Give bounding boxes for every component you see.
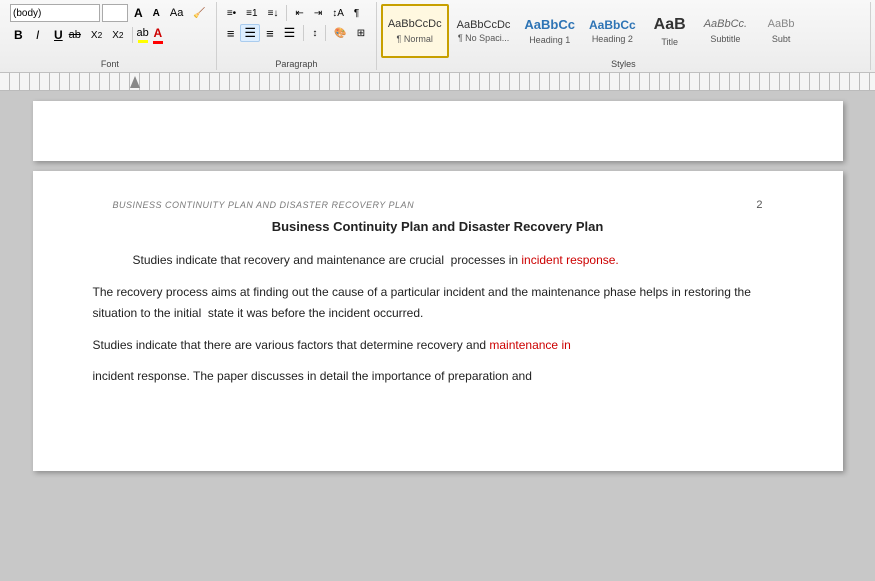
page-1	[33, 101, 843, 161]
subscript-btn[interactable]: X2	[87, 26, 106, 44]
style-subtitle-label: Subtitle	[710, 34, 740, 44]
font-color-btn[interactable]: A	[153, 26, 163, 44]
font-group: 12 A A Aa 🧹 B I U ab X2 X2	[4, 2, 217, 70]
sort-btn[interactable]: ↕A	[328, 4, 348, 22]
style-no-spacing[interactable]: AaBbCcDc ¶ No Spaci...	[451, 4, 517, 58]
style-title-preview: AaB	[654, 15, 686, 34]
increase-indent-btn[interactable]: ⇥	[310, 4, 326, 22]
justify-btn[interactable]: ☰	[280, 24, 300, 42]
style-title-label: Title	[661, 37, 678, 47]
paragraph-4: incident response. The paper discusses i…	[93, 366, 783, 388]
font-group-label: Font	[4, 59, 216, 70]
style-subtitle-preview: AaBbCc.	[704, 18, 747, 31]
paragraph-1: Studies indicate that recovery and maint…	[93, 250, 783, 272]
separator	[303, 25, 304, 41]
header-title: BUSINESS CONTINUITY PLAN AND DISASTER RE…	[113, 200, 415, 210]
app-window: 12 A A Aa 🧹 B I U ab X2 X2	[0, 0, 875, 572]
style-subtitle[interactable]: AaBbCc. Subtitle	[698, 4, 753, 58]
align-center-btn[interactable]: ☰	[240, 24, 260, 42]
ruler	[0, 73, 875, 91]
font-size-input[interactable]: 12	[102, 4, 128, 22]
style-heading2[interactable]: AaBbCc Heading 2	[583, 4, 642, 58]
styles-group: AaBbCcDc ¶ Normal AaBbCcDc ¶ No Spaci...…	[377, 2, 871, 70]
numbering-btn[interactable]: ≡1	[242, 4, 261, 22]
show-formatting-btn[interactable]: ¶	[350, 4, 363, 22]
document-title: Business Continuity Plan and Disaster Re…	[93, 219, 783, 234]
align-right-btn[interactable]: ≡	[262, 24, 278, 42]
style-heading1-label: Heading 1	[529, 35, 570, 45]
change-case-btn[interactable]: Aa	[166, 4, 187, 22]
ribbon-toolbar: 12 A A Aa 🧹 B I U ab X2 X2	[0, 0, 875, 73]
font-size-increase-btn[interactable]: A	[130, 4, 147, 22]
style-normal[interactable]: AaBbCcDc ¶ Normal	[381, 4, 449, 58]
page-header: BUSINESS CONTINUITY PLAN AND DISASTER RE…	[93, 191, 783, 219]
style-title[interactable]: AaB Title	[644, 4, 696, 58]
paragraph-3: Studies indicate that there are various …	[93, 335, 783, 357]
document-area[interactable]: BUSINESS CONTINUITY PLAN AND DISASTER RE…	[0, 91, 875, 572]
separator	[325, 25, 326, 41]
superscript-btn[interactable]: X2	[108, 26, 127, 44]
underline-btn[interactable]: U	[54, 28, 63, 42]
bold-btn[interactable]: B	[10, 26, 30, 44]
strikethrough-btn[interactable]: ab	[65, 26, 85, 44]
line-spacing-btn[interactable]: ↕	[308, 24, 321, 42]
document-body: Studies indicate that recovery and maint…	[93, 250, 783, 388]
header-page-number: 2	[756, 199, 762, 211]
clear-formatting-btn[interactable]: 🧹	[189, 4, 209, 22]
style-no-spacing-preview: AaBbCcDc	[457, 20, 511, 31]
style-normal-label: ¶ Normal	[397, 34, 433, 44]
style-extra-preview: AaBb	[768, 18, 795, 31]
decrease-indent-btn[interactable]: ⇤	[291, 4, 307, 22]
font-size-decrease-btn[interactable]: A	[149, 4, 164, 22]
paragraph-group-label: Paragraph	[217, 59, 376, 70]
paragraph-group: ≡• ≡1 ≡↓ ⇤ ⇥ ↕A ¶ ≡ ☰ ≡ ☰ ↕ 🎨 ⊞ Paragrap…	[217, 2, 377, 70]
style-extra-label: Subt	[772, 34, 791, 44]
italic-btn[interactable]: I	[32, 26, 52, 44]
style-no-spacing-label: ¶ No Spaci...	[458, 33, 509, 43]
paragraph-2: The recovery process aims at finding out…	[93, 282, 783, 325]
bullets-btn[interactable]: ≡•	[223, 4, 240, 22]
style-heading2-label: Heading 2	[592, 34, 633, 44]
align-left-btn[interactable]: ≡	[223, 24, 239, 42]
separator	[132, 27, 133, 43]
shading-btn[interactable]: 🎨	[330, 24, 350, 42]
borders-btn[interactable]: ⊞	[353, 24, 369, 42]
style-heading1[interactable]: AaBbCc Heading 1	[518, 4, 581, 58]
page-2: BUSINESS CONTINUITY PLAN AND DISASTER RE…	[33, 171, 843, 471]
multilevel-list-btn[interactable]: ≡↓	[264, 4, 283, 22]
style-heading2-preview: AaBbCc	[589, 18, 636, 32]
separator	[286, 5, 287, 21]
font-name-input[interactable]	[10, 4, 100, 22]
style-heading1-preview: AaBbCc	[524, 17, 575, 33]
styles-group-label: Styles	[377, 59, 870, 70]
highlight-btn[interactable]: ab	[137, 27, 149, 43]
style-normal-preview: AaBbCcDc	[388, 18, 442, 31]
style-extra[interactable]: AaBb Subt	[755, 4, 807, 58]
